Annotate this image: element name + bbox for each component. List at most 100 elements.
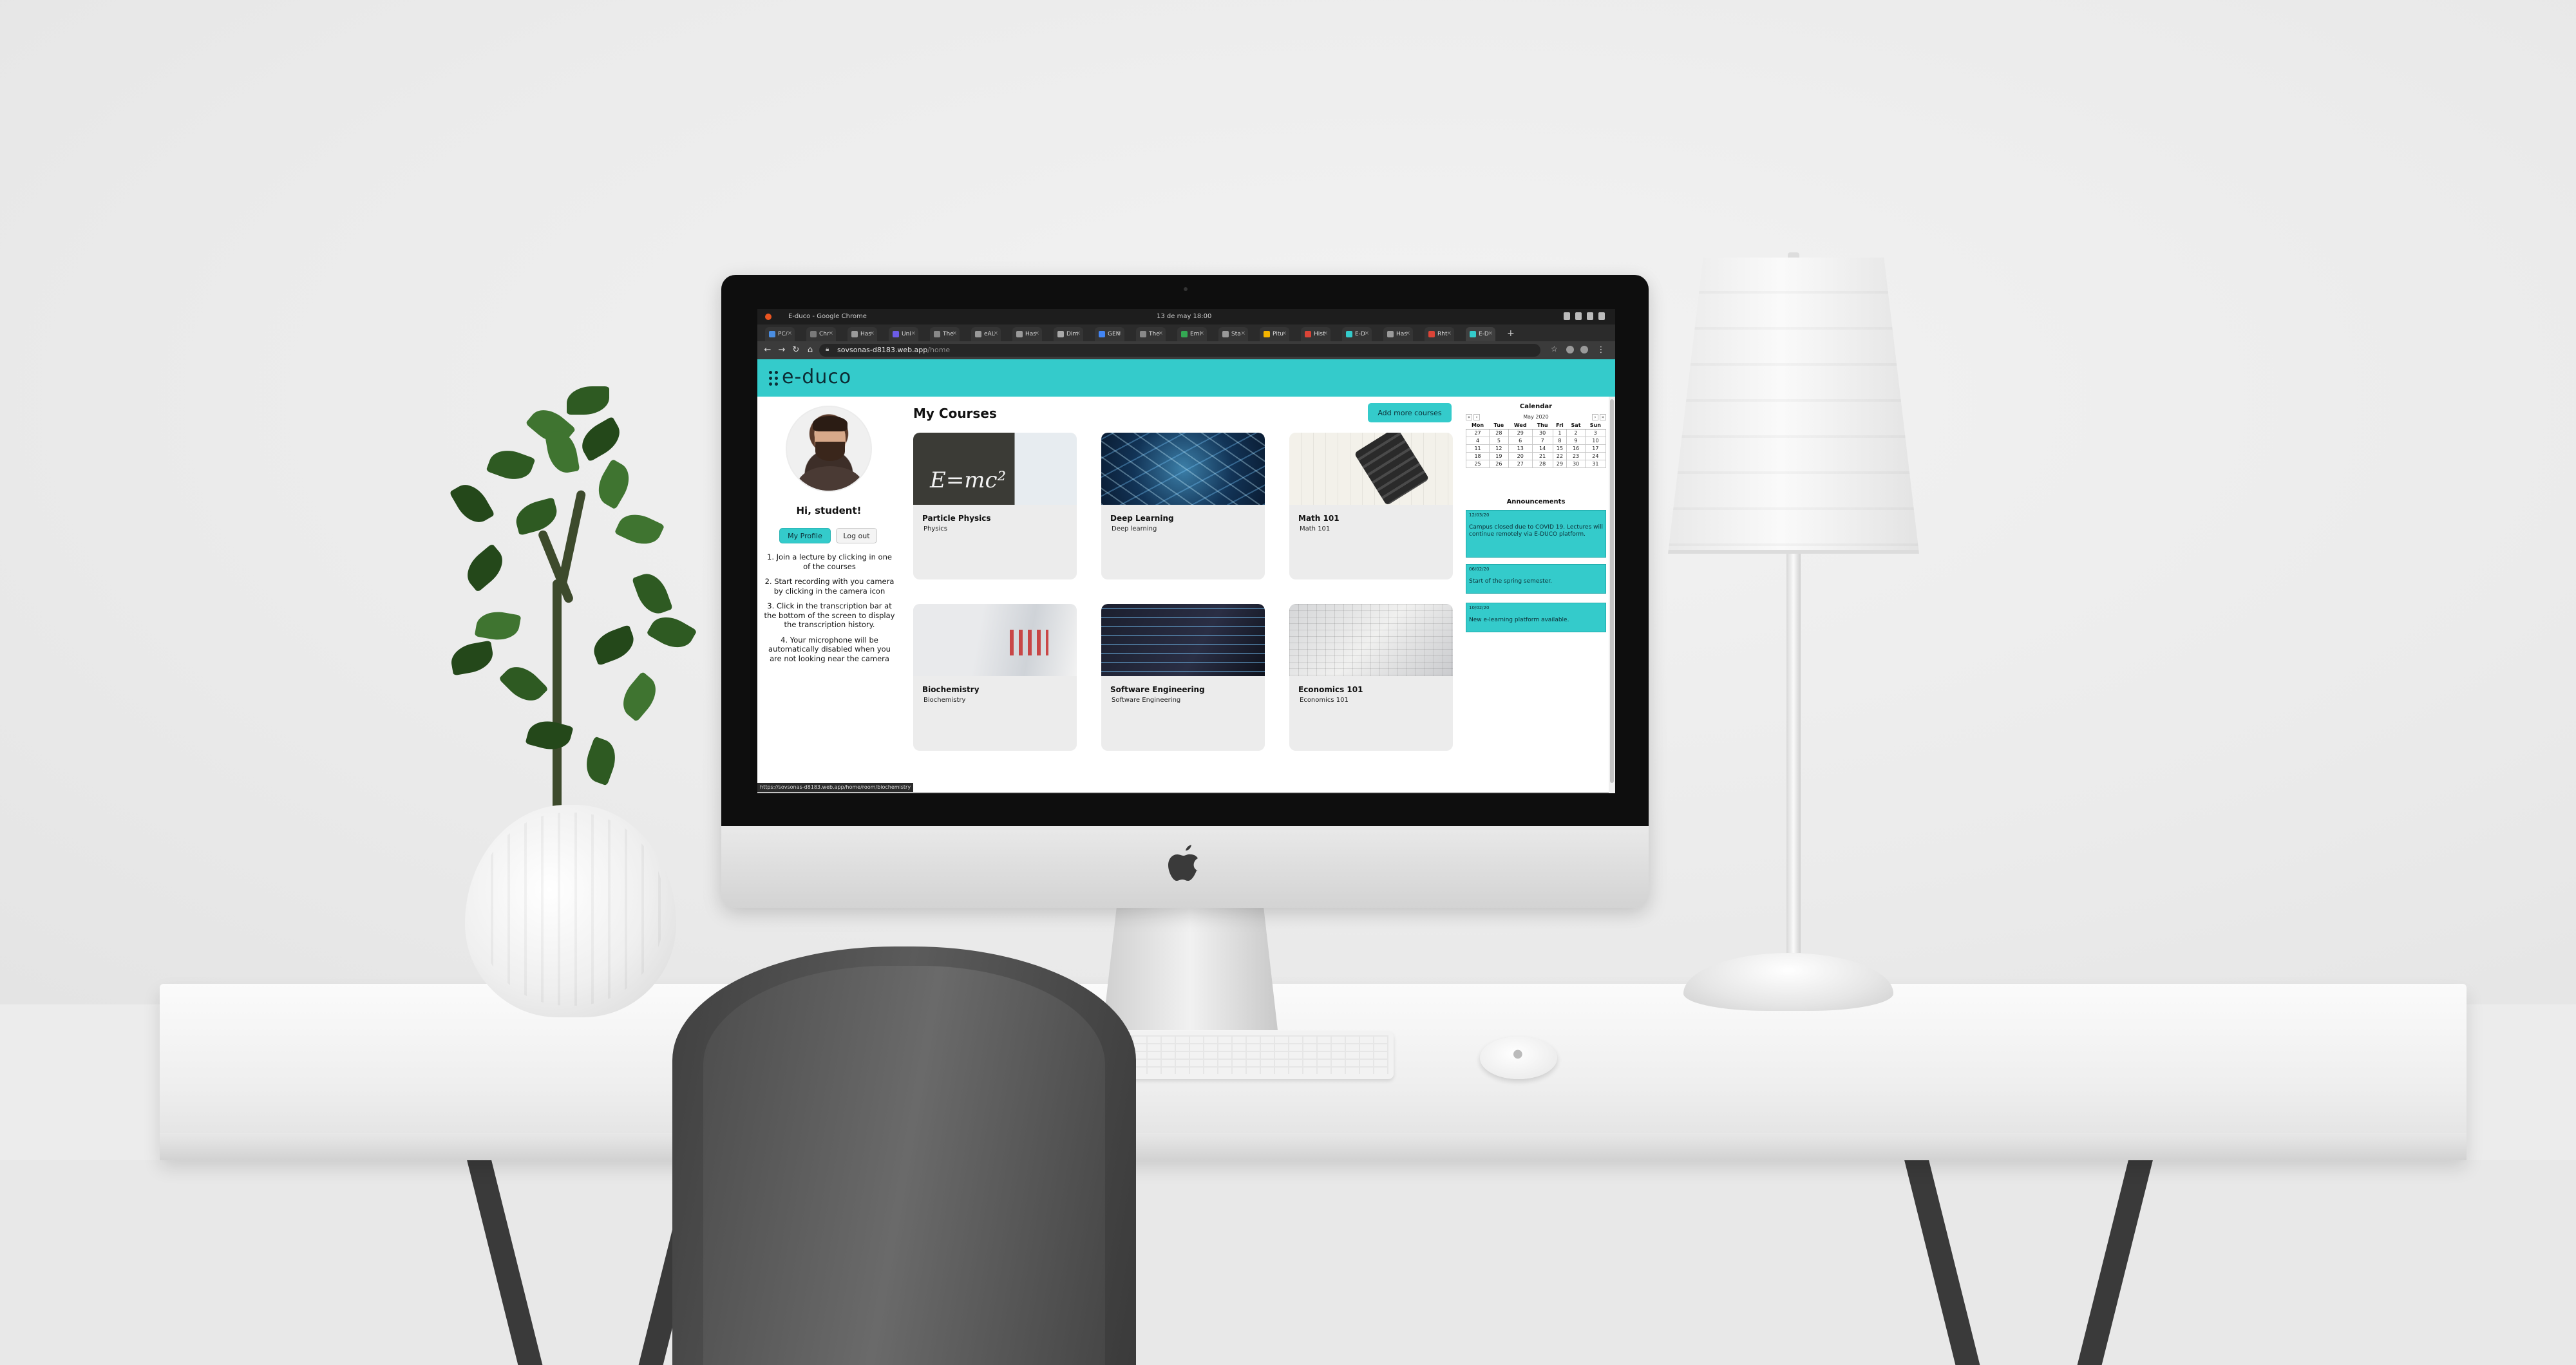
app-logo[interactable]: e-duco — [782, 366, 851, 388]
calendar-day[interactable]: 6 — [1508, 436, 1533, 445]
calendar-day[interactable]: 2 — [1566, 428, 1586, 437]
browser-tab[interactable]: Dim × — [1054, 327, 1083, 341]
battery-icon[interactable] — [1587, 312, 1593, 320]
calendar-day[interactable]: 10 — [1584, 436, 1607, 445]
calendar-day[interactable]: 8 — [1552, 436, 1567, 445]
announcement-item[interactable]: 06/02/20 Start of the spring semester. — [1466, 564, 1606, 594]
calendar-day[interactable]: 24 — [1584, 451, 1607, 460]
reload-button[interactable]: ↻ — [791, 345, 801, 355]
tab-close-icon[interactable]: × — [1405, 330, 1410, 337]
browser-tab[interactable]: Rht × — [1425, 327, 1454, 341]
course-card-biochemistry[interactable]: Biochemistry Biochemistry — [913, 604, 1077, 751]
tab-close-icon[interactable]: × — [952, 330, 957, 337]
clock[interactable]: 13 de may 18:00 — [1157, 313, 1211, 320]
browser-tab[interactable]: Pitu × — [1260, 327, 1289, 341]
forward-button[interactable]: → — [777, 345, 787, 355]
tab-close-icon[interactable]: × — [1240, 330, 1245, 337]
course-card-economics-101[interactable]: Economics 101 Economics 101 — [1289, 604, 1453, 751]
profile-icon[interactable] — [1580, 346, 1588, 353]
calendar-day[interactable]: 14 — [1531, 444, 1553, 453]
calendar-day[interactable]: 29 — [1552, 459, 1567, 468]
calendar-day[interactable]: 9 — [1566, 436, 1586, 445]
calendar-day[interactable]: 25 — [1465, 459, 1490, 468]
tab-close-icon[interactable]: × — [1158, 330, 1163, 337]
logout-button[interactable]: Log out — [836, 528, 877, 543]
browser-tab[interactable]: Uni × — [889, 327, 918, 341]
tab-close-icon[interactable]: × — [787, 330, 792, 337]
calendar-day[interactable]: 27 — [1508, 459, 1533, 468]
add-courses-button[interactable]: Add more courses — [1368, 403, 1452, 422]
next-year-button[interactable]: » — [1600, 414, 1606, 420]
browser-tab[interactable]: Has × — [1383, 327, 1413, 341]
browser-tab[interactable]: eAL × — [971, 327, 1001, 341]
browser-tab[interactable]: Chr × — [806, 327, 836, 341]
volume-icon[interactable] — [1575, 312, 1582, 320]
tab-close-icon[interactable]: × — [1075, 330, 1081, 337]
browser-tab[interactable]: E-D × — [1342, 327, 1372, 341]
calendar-day[interactable]: 31 — [1584, 459, 1607, 468]
next-month-button[interactable]: › — [1592, 414, 1598, 420]
calendar-day[interactable]: 7 — [1531, 436, 1553, 445]
os-menu-icon[interactable] — [765, 314, 772, 320]
browser-tab[interactable]: Has × — [848, 327, 877, 341]
announcement-item[interactable]: 12/03/20 Campus closed due to COVID 19. … — [1466, 510, 1606, 558]
calendar-day[interactable]: 16 — [1566, 444, 1586, 453]
page-scrollbar[interactable] — [1609, 397, 1615, 793]
power-icon[interactable] — [1598, 312, 1605, 320]
announcement-item[interactable]: 10/02/20 New e-learning platform availab… — [1466, 603, 1606, 632]
calendar-day[interactable]: 28 — [1531, 459, 1553, 468]
system-tray[interactable] — [1564, 312, 1605, 320]
calendar-day[interactable]: 27 — [1465, 428, 1490, 437]
url-input[interactable]: 🔒︎ sovsonas-d8183.web.app/home — [819, 344, 1540, 357]
tab-close-icon[interactable]: × — [1199, 330, 1204, 337]
calendar-day[interactable]: 20 — [1508, 451, 1533, 460]
browser-tab[interactable]: Emi × — [1177, 327, 1207, 341]
calendar-day[interactable]: 29 — [1508, 428, 1533, 437]
calendar-day[interactable]: 4 — [1465, 436, 1490, 445]
calendar-day[interactable]: 26 — [1489, 459, 1509, 468]
calendar-day[interactable]: 19 — [1489, 451, 1509, 460]
tab-close-icon[interactable]: × — [1282, 330, 1287, 337]
new-tab-button[interactable]: + — [1507, 328, 1515, 339]
tab-close-icon[interactable]: × — [869, 330, 875, 337]
browser-tab[interactable]: GEN × — [1095, 327, 1124, 341]
home-button[interactable]: ⌂ — [805, 345, 815, 355]
course-card-math-101[interactable]: Math 101 Math 101 — [1289, 433, 1453, 579]
calendar-day[interactable]: 11 — [1465, 444, 1490, 453]
calendar-day[interactable]: 21 — [1531, 451, 1553, 460]
browser-tab[interactable]: Has × — [1012, 327, 1042, 341]
prev-year-button[interactable]: « — [1466, 414, 1472, 420]
network-icon[interactable] — [1564, 312, 1570, 320]
browser-tab[interactable]: PC/× — [765, 327, 795, 341]
tab-close-icon[interactable]: × — [1034, 330, 1039, 337]
calendar-day[interactable]: 30 — [1531, 428, 1553, 437]
course-card-software-engineering[interactable]: Software Engineering Software Engineerin… — [1101, 604, 1265, 751]
calendar-day[interactable]: 22 — [1552, 451, 1567, 460]
course-card-deep-learning[interactable]: Deep Learning Deep learning — [1101, 433, 1265, 579]
tab-close-icon[interactable]: × — [1446, 330, 1452, 337]
tab-close-icon[interactable]: × — [1117, 330, 1122, 337]
tab-close-icon[interactable]: × — [993, 330, 998, 337]
calendar-day[interactable]: 13 — [1508, 444, 1533, 453]
my-profile-button[interactable]: My Profile — [779, 528, 831, 543]
browser-tab[interactable]: The × — [930, 327, 960, 341]
browser-menu-icon[interactable]: ⋮ — [1596, 345, 1606, 355]
tab-close-icon[interactable]: × — [1488, 330, 1493, 337]
horizontal-scrollbar[interactable] — [757, 792, 1609, 793]
calendar-day[interactable]: 23 — [1566, 451, 1586, 460]
browser-tab[interactable]: Sta × — [1218, 327, 1248, 341]
calendar-day[interactable]: 1 — [1552, 428, 1567, 437]
bookmark-star-icon[interactable]: ☆ — [1551, 344, 1558, 353]
tab-close-icon[interactable]: × — [1323, 330, 1328, 337]
calendar-day[interactable]: 5 — [1489, 436, 1509, 445]
calendar-day[interactable]: 3 — [1584, 428, 1607, 437]
calendar-day[interactable]: 28 — [1489, 428, 1509, 437]
calendar-day[interactable]: 12 — [1489, 444, 1509, 453]
back-button[interactable]: ← — [762, 345, 773, 355]
calendar-day[interactable]: 18 — [1465, 451, 1490, 460]
browser-tab[interactable]: E-D × — [1466, 327, 1495, 341]
prev-month-button[interactable]: ‹ — [1473, 414, 1480, 420]
browser-tab[interactable]: The × — [1136, 327, 1166, 341]
calendar-day[interactable]: 15 — [1552, 444, 1567, 453]
calendar-day[interactable]: 30 — [1566, 459, 1586, 468]
